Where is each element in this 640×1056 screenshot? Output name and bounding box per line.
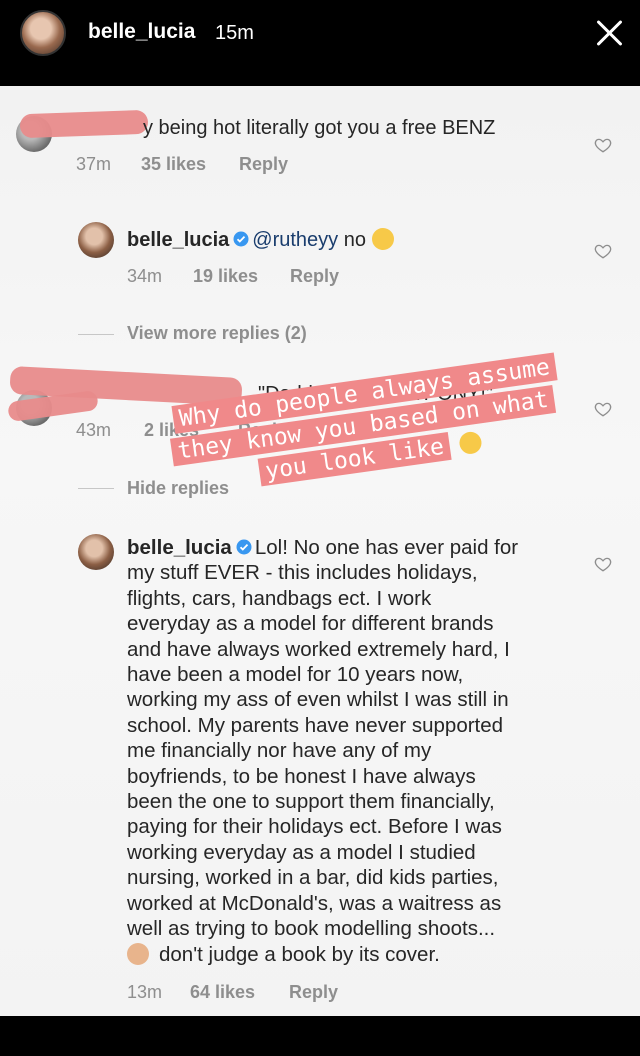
story-avatar[interactable]: [20, 10, 66, 56]
comment-likes[interactable]: 19 likes: [193, 266, 258, 287]
comment-line: worked at McDonald's, was a waitress as: [127, 891, 502, 915]
comment-line: Lol! No one has ever paid for: [254, 536, 519, 559]
mention-link[interactable]: @rutheyy: [252, 229, 338, 251]
comment-last-line: don't judge a book by its cover.: [127, 942, 597, 967]
verified-badge-icon: [233, 229, 249, 247]
heart-icon[interactable]: [594, 136, 612, 154]
comment-line: been the one to support them financially…: [127, 790, 495, 814]
verified-badge-icon: [236, 536, 252, 555]
laughing-emoji-icon: [371, 228, 394, 250]
comment-line: me financially nor have any of my: [127, 739, 432, 763]
comment-time: 34m: [127, 266, 163, 286]
heart-icon[interactable]: [594, 242, 612, 260]
divider: [78, 334, 114, 335]
comment-line: and have always worked extremely hard, I: [127, 637, 510, 661]
story-time: 15m: [215, 22, 254, 44]
comment-time: 37m: [76, 154, 112, 174]
comment-text: y being hot literally got you a free BEN…: [143, 117, 496, 139]
comment-first-line: belle_lucia Lol! No one has ever paid for: [127, 535, 597, 560]
comment-likes[interactable]: 35 likes: [141, 154, 206, 175]
comment-line: school. My parents have never supported: [127, 713, 504, 737]
view-more-replies-link[interactable]: View more replies (2): [127, 323, 307, 344]
comment-line: working my ass of even whilst I was stil…: [127, 688, 509, 712]
reply-button[interactable]: Reply: [290, 266, 339, 287]
comment-line: well as trying to book modelling shoots.…: [127, 917, 496, 941]
comment-line: don't judge a book by its cover.: [159, 942, 440, 966]
avatar[interactable]: [78, 222, 114, 258]
comment-body: belle_lucia Lol! No one has ever paid for…: [127, 535, 597, 967]
close-icon[interactable]: [590, 14, 630, 54]
divider: [78, 488, 114, 489]
comment-username[interactable]: belle_lucia: [127, 536, 232, 559]
comment-line: boyfriends, to be honest I have always: [127, 764, 476, 788]
comment-line: nursing, worked in a bar, did kids parti…: [127, 866, 499, 890]
reply-button[interactable]: Reply: [239, 154, 288, 175]
comment-time: 43m: [76, 420, 112, 440]
reply-line: belle_lucia @rutheyy no: [127, 228, 394, 253]
story-username[interactable]: belle_lucia: [88, 20, 195, 44]
reply-button[interactable]: Reply: [289, 982, 338, 1003]
comment-line: flights, cars, handbags ect. I work: [127, 586, 432, 610]
comment-line: everyday as a model for different brands: [127, 612, 494, 636]
comment-line: have been a model for 10 years now,: [127, 663, 464, 687]
person-tipping-hand-emoji-icon: [127, 942, 149, 965]
comment-time: 13m: [127, 982, 163, 1002]
redaction-mark: [19, 109, 149, 139]
comment-line: working everyday as a model I studied: [127, 840, 476, 864]
comment-line: paying for their holidays ect. Before I …: [127, 815, 502, 839]
avatar[interactable]: [78, 534, 114, 570]
comment-likes[interactable]: 64 likes: [190, 982, 255, 1003]
story-header: belle_lucia 15m: [0, 0, 640, 86]
pensive-emoji-icon: [458, 430, 484, 456]
comment-username[interactable]: belle_lucia: [127, 229, 229, 251]
comment-text: no: [343, 229, 366, 251]
bottom-bar: [0, 1016, 640, 1056]
comment-line: my stuff EVER - this includes holidays,: [127, 561, 478, 585]
